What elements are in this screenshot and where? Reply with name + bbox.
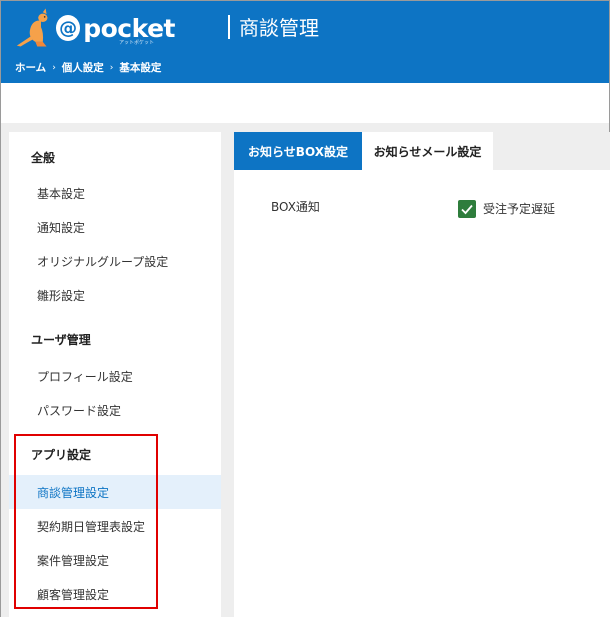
logo-wordmark: pocket bbox=[83, 13, 175, 43]
checkmark-icon bbox=[461, 204, 473, 215]
sidebar-section-general: 全般 bbox=[31, 151, 56, 165]
sidebar-item-password-settings[interactable]: パスワード設定 bbox=[9, 393, 221, 427]
toolbar-strip bbox=[1, 83, 609, 123]
breadcrumb-basic-settings: 基本設定 bbox=[119, 62, 162, 74]
breadcrumb-personal-settings[interactable]: 個人設定 bbox=[62, 60, 104, 75]
app-header: @ pocket アットポケット 商談管理 ホーム › 個人設定 › 基本設定 bbox=[1, 1, 609, 83]
breadcrumb-home[interactable]: ホーム bbox=[15, 60, 46, 75]
sidebar-item-basic-settings[interactable]: 基本設定 bbox=[9, 176, 221, 210]
highlight-annotation-box bbox=[14, 434, 158, 609]
logo-subtitle: アットポケット bbox=[119, 40, 155, 46]
order-delay-checkbox[interactable] bbox=[458, 200, 476, 218]
sidebar-item-notification-settings[interactable]: 通知設定 bbox=[9, 210, 221, 244]
sidebar-item-template-settings[interactable]: 雛形設定 bbox=[9, 278, 221, 312]
sidebar-section-user-management: ユーザ管理 bbox=[31, 333, 91, 347]
breadcrumb: ホーム › 個人設定 › 基本設定 bbox=[15, 60, 161, 75]
tab-box-settings[interactable]: お知らせBOX設定 bbox=[234, 132, 362, 170]
order-delay-label[interactable]: 受注予定遅延 bbox=[483, 200, 555, 218]
box-notification-label: BOX通知 bbox=[271, 200, 320, 214]
settings-panel: お知らせBOX設定 お知らせメール設定 BOX通知 受注予定遅延 bbox=[234, 132, 610, 617]
sidebar-item-original-group-settings[interactable]: オリジナルグループ設定 bbox=[9, 244, 221, 278]
page-title: 商談管理 bbox=[239, 16, 319, 40]
header-divider bbox=[228, 15, 230, 39]
breadcrumb-separator-icon: › bbox=[109, 62, 114, 73]
sidebar-item-profile-settings[interactable]: プロフィール設定 bbox=[9, 359, 221, 393]
breadcrumb-separator-icon: › bbox=[52, 62, 56, 73]
logo-at-mark: @ bbox=[56, 15, 81, 41]
tab-mail-settings[interactable]: お知らせメール設定 bbox=[362, 132, 493, 170]
kangaroo-logo-icon bbox=[16, 8, 48, 47]
